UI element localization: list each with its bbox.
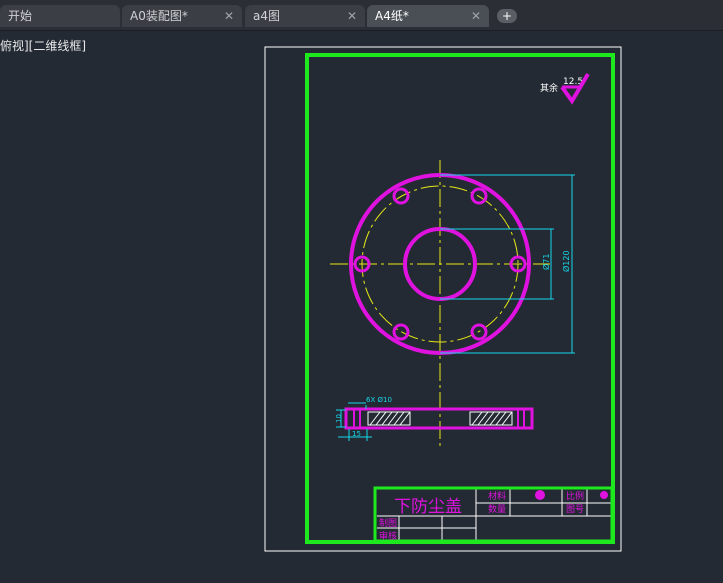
title-cell-scale: 比例 [566,490,584,502]
title-cell-drawing-no: 图号 [566,504,584,515]
title-part-name: 下防尘盖 [394,497,462,517]
title-material-mark [535,490,545,500]
title-cell-reviewer: 审核 [379,530,397,542]
hatch-lines [369,411,513,426]
dim-hole-count: 6X Ø10 [366,396,392,404]
title-cell-drawer: 制图 [379,517,397,529]
dim-width: 15 [352,430,361,438]
dim-outer-diameter: Ø120 [561,250,571,272]
dim-thickness: 10 [335,414,343,423]
roughness-label: 其余 [540,82,558,94]
title-cell-quantity: 数量 [488,503,506,515]
drawing-canvas[interactable]: 其余 12.5 Ø120 Ø71 6X Ø10 10 15 下防尘盖 材料 数量… [0,0,723,583]
title-scale-mark [600,491,608,499]
title-cell-material: 材料 [488,490,506,502]
dim-inner-diameter: Ø71 [541,254,551,270]
